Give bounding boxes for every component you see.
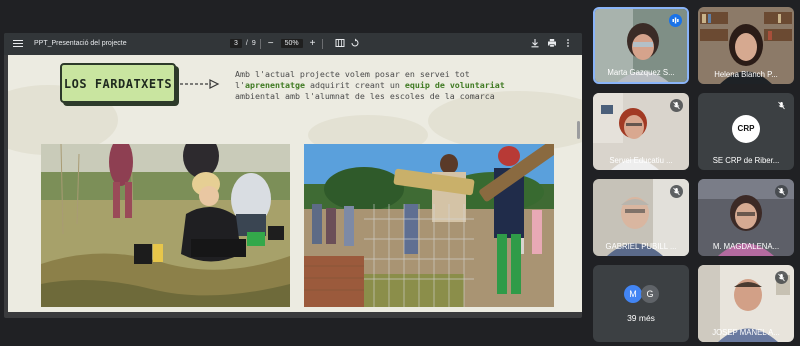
page-separator: / — [245, 40, 248, 47]
page-total: 9 — [251, 40, 256, 47]
volunteers-photo — [304, 144, 554, 307]
participant-name: Servei Educatiu ... — [609, 156, 673, 165]
participant-tile-gabriel[interactable]: GABRIEL PUBILL ... — [593, 179, 689, 256]
mic-off-icon — [670, 99, 683, 112]
zoom-level-input[interactable]: 50% — [280, 39, 303, 48]
mic-off-icon — [775, 271, 788, 284]
planting-photo — [41, 144, 290, 307]
participant-tile-magdalena[interactable]: M. MAGDALENA... — [698, 179, 794, 256]
participant-name: M. MAGDALENA... — [712, 242, 780, 251]
description-line: Amb l'actual projecte volem posar en ser… — [235, 69, 470, 79]
slide-description: Amb l'actual projecte volem posar en ser… — [235, 69, 505, 102]
crp-logo-text: CRP — [737, 124, 755, 133]
fit-page-icon[interactable] — [335, 38, 345, 48]
participant-tile-se-crp[interactable]: CRP SE CRP de Riber... — [698, 93, 794, 170]
zoom-in-button[interactable]: + — [307, 38, 319, 49]
participant-tile-servei[interactable]: Servei Educatiu ... — [593, 93, 689, 170]
participant-avatar: G — [641, 285, 659, 303]
speaking-indicator-icon — [669, 14, 682, 27]
pdf-toolbar: PPT_Presentació del projecte 3 / 9 − 50%… — [4, 33, 582, 55]
download-icon[interactable] — [530, 38, 540, 48]
title-badge: LOS FARDATXETS — [60, 63, 176, 103]
participant-name: SE CRP de Riber... — [712, 156, 780, 165]
participant-name: JOSEP MANEL A... — [712, 328, 780, 337]
print-icon[interactable] — [547, 38, 557, 48]
participant-name: Helena Blanch P... — [714, 70, 778, 79]
page-number-input[interactable]: 3 — [230, 39, 242, 48]
slide-page: LOS FARDATXETS Amb l'actual projecte vol… — [8, 55, 582, 312]
text-span: adquirit creant un — [304, 80, 405, 90]
highlight-text: aprenentatge — [245, 80, 305, 90]
participant-name: GABRIEL PUBILL ... — [605, 242, 677, 251]
participant-avatar: M — [624, 285, 642, 303]
rotate-icon[interactable] — [350, 38, 360, 48]
more-options-icon[interactable] — [563, 38, 573, 48]
toolbar-divider — [322, 38, 324, 49]
zoom-out-button[interactable]: − — [265, 38, 277, 49]
more-participants-tile[interactable]: M G 39 més — [593, 265, 689, 342]
scrollbar-thumb[interactable] — [577, 121, 580, 139]
slide-title: LOS FARDATXETS — [63, 77, 173, 91]
highlight-text: equip de voluntariat — [404, 80, 505, 90]
mic-off-icon — [775, 99, 788, 112]
menu-icon[interactable] — [13, 38, 23, 48]
text-span: l' — [235, 80, 245, 90]
mic-off-icon — [775, 185, 788, 198]
pdf-viewer: PPT_Presentació del projecte 3 / 9 − 50%… — [4, 33, 582, 318]
dashed-arrow-icon — [180, 79, 220, 89]
participant-tile-josep[interactable]: JOSEP MANEL A... — [698, 265, 794, 342]
participant-tile-helena[interactable]: Helena Blanch P... — [698, 7, 794, 84]
document-title: PPT_Presentació del projecte — [34, 40, 127, 47]
toolbar-divider — [259, 38, 261, 49]
description-line: l'aprenentatge adquirit creant un equip … — [235, 80, 505, 91]
participant-name: Marta Gazquez S... — [607, 68, 675, 77]
crp-logo: CRP — [732, 115, 760, 143]
mic-off-icon — [670, 185, 683, 198]
page-navigator: 3 / 9 − 50% + — [230, 38, 324, 49]
description-line: ambiental amb l'alumnat de les escoles d… — [235, 91, 495, 101]
more-participants-count: 39 més — [627, 313, 655, 323]
participant-tile-marta[interactable]: Marta Gazquez S... — [593, 7, 689, 84]
